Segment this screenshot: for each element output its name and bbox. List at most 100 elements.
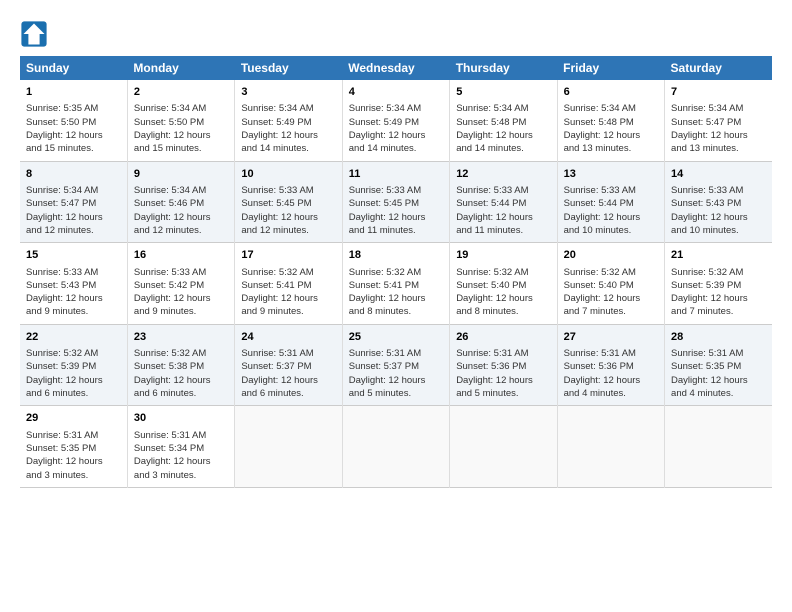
calendar-cell: 18Sunrise: 5:32 AMSunset: 5:41 PMDayligh… bbox=[342, 243, 449, 325]
sunset-text: Sunset: 5:40 PM bbox=[456, 279, 550, 292]
day-number: 28 bbox=[671, 330, 766, 345]
day-info: Sunrise: 5:34 AMSunset: 5:49 PMDaylight:… bbox=[241, 102, 335, 155]
calendar-row: 22Sunrise: 5:32 AMSunset: 5:39 PMDayligh… bbox=[20, 324, 772, 406]
sunset-text: Sunset: 5:35 PM bbox=[26, 442, 121, 455]
calendar-row: 15Sunrise: 5:33 AMSunset: 5:43 PMDayligh… bbox=[20, 243, 772, 325]
col-tuesday: Tuesday bbox=[235, 56, 342, 80]
sunrise-text: Sunrise: 5:31 AM bbox=[26, 429, 121, 442]
sunset-text: Sunset: 5:34 PM bbox=[134, 442, 228, 455]
sunrise-text: Sunrise: 5:33 AM bbox=[26, 266, 121, 279]
daylight-text-cont: and 8 minutes. bbox=[349, 305, 443, 318]
day-number: 22 bbox=[26, 330, 121, 345]
day-info: Sunrise: 5:34 AMSunset: 5:50 PMDaylight:… bbox=[134, 102, 228, 155]
sunset-text: Sunset: 5:36 PM bbox=[456, 360, 550, 373]
calendar-cell bbox=[665, 406, 772, 488]
day-number: 7 bbox=[671, 85, 766, 100]
daylight-text: Daylight: 12 hours bbox=[134, 292, 228, 305]
calendar-cell: 13 Sunrise: 5:33 AMSunset: 5:44 PMDayligh… bbox=[557, 161, 664, 243]
daylight-text-cont: and 5 minutes. bbox=[456, 387, 550, 400]
daylight-text-cont: and 6 minutes. bbox=[241, 387, 335, 400]
day-number: 14 bbox=[671, 167, 766, 182]
sunset-text: Sunset: 5:42 PM bbox=[134, 279, 228, 292]
daylight-text: Daylight: 12 hours bbox=[134, 374, 228, 387]
calendar-cell: 6Sunrise: 5:34 AMSunset: 5:48 PMDaylight… bbox=[557, 80, 664, 161]
daylight-text-cont: and 10 minutes. bbox=[564, 224, 658, 237]
day-number: 5 bbox=[456, 85, 550, 100]
day-info: Sunrise: 5:33 AMSunset: 5:44 PMDaylight:… bbox=[564, 184, 658, 237]
day-info: Sunrise: 5:33 AMSunset: 5:45 PMDaylight:… bbox=[349, 184, 443, 237]
day-info: Sunrise: 5:31 AMSunset: 5:37 PMDaylight:… bbox=[241, 347, 335, 400]
calendar-cell: 9Sunrise: 5:34 AMSunset: 5:46 PMDaylight… bbox=[127, 161, 234, 243]
daylight-text: Daylight: 12 hours bbox=[671, 211, 766, 224]
calendar-cell: 29 Sunrise: 5:31 AMSunset: 5:35 PMDayligh… bbox=[20, 406, 127, 488]
sunset-text: Sunset: 5:47 PM bbox=[671, 116, 766, 129]
daylight-text-cont: and 4 minutes. bbox=[671, 387, 766, 400]
calendar-cell: 27 Sunrise: 5:31 AMSunset: 5:36 PMDayligh… bbox=[557, 324, 664, 406]
calendar-cell: 20Sunrise: 5:32 AMSunset: 5:40 PMDayligh… bbox=[557, 243, 664, 325]
daylight-text-cont: and 9 minutes. bbox=[26, 305, 121, 318]
sunrise-text: Sunrise: 5:34 AM bbox=[349, 102, 443, 115]
sunrise-text: Sunrise: 5:31 AM bbox=[456, 347, 550, 360]
sunset-text: Sunset: 5:47 PM bbox=[26, 197, 121, 210]
daylight-text-cont: and 5 minutes. bbox=[349, 387, 443, 400]
daylight-text-cont: and 11 minutes. bbox=[456, 224, 550, 237]
sunrise-text: Sunrise: 5:33 AM bbox=[134, 266, 228, 279]
day-number: 11 bbox=[349, 167, 443, 182]
calendar-cell bbox=[342, 406, 449, 488]
sunset-text: Sunset: 5:44 PM bbox=[564, 197, 658, 210]
sunrise-text: Sunrise: 5:34 AM bbox=[456, 102, 550, 115]
sunset-text: Sunset: 5:49 PM bbox=[349, 116, 443, 129]
daylight-text: Daylight: 12 hours bbox=[564, 374, 658, 387]
day-number: 9 bbox=[134, 167, 228, 182]
sunset-text: Sunset: 5:36 PM bbox=[564, 360, 658, 373]
calendar-row: 1Sunrise: 5:35 AMSunset: 5:50 PMDaylight… bbox=[20, 80, 772, 161]
daylight-text-cont: and 11 minutes. bbox=[349, 224, 443, 237]
col-monday: Monday bbox=[127, 56, 234, 80]
day-number: 23 bbox=[134, 330, 228, 345]
daylight-text: Daylight: 12 hours bbox=[349, 129, 443, 142]
sunset-text: Sunset: 5:45 PM bbox=[241, 197, 335, 210]
sunrise-text: Sunrise: 5:34 AM bbox=[241, 102, 335, 115]
day-info: Sunrise: 5:35 AMSunset: 5:50 PMDaylight:… bbox=[26, 102, 121, 155]
day-info: Sunrise: 5:33 AMSunset: 5:44 PMDaylight:… bbox=[456, 184, 550, 237]
day-info: Sunrise: 5:31 AMSunset: 5:34 PMDaylight:… bbox=[134, 429, 228, 482]
sunrise-text: Sunrise: 5:34 AM bbox=[564, 102, 658, 115]
day-number: 13 bbox=[564, 167, 658, 182]
daylight-text: Daylight: 12 hours bbox=[26, 455, 121, 468]
day-info: Sunrise: 5:31 AMSunset: 5:36 PMDaylight:… bbox=[564, 347, 658, 400]
calendar-cell: 30Sunrise: 5:31 AMSunset: 5:34 PMDayligh… bbox=[127, 406, 234, 488]
day-info: Sunrise: 5:31 AMSunset: 5:35 PMDaylight:… bbox=[671, 347, 766, 400]
day-info: Sunrise: 5:32 AMSunset: 5:38 PMDaylight:… bbox=[134, 347, 228, 400]
day-number: 17 bbox=[241, 248, 335, 263]
sunset-text: Sunset: 5:46 PM bbox=[134, 197, 228, 210]
calendar-header-row: Sunday Monday Tuesday Wednesday Thursday… bbox=[20, 56, 772, 80]
day-number: 15 bbox=[26, 248, 121, 263]
sunset-text: Sunset: 5:39 PM bbox=[671, 279, 766, 292]
sunset-text: Sunset: 5:49 PM bbox=[241, 116, 335, 129]
col-saturday: Saturday bbox=[665, 56, 772, 80]
col-sunday: Sunday bbox=[20, 56, 127, 80]
daylight-text-cont: and 12 minutes. bbox=[134, 224, 228, 237]
sunset-text: Sunset: 5:38 PM bbox=[134, 360, 228, 373]
daylight-text: Daylight: 12 hours bbox=[241, 129, 335, 142]
daylight-text: Daylight: 12 hours bbox=[564, 211, 658, 224]
day-number: 21 bbox=[671, 248, 766, 263]
sunrise-text: Sunrise: 5:34 AM bbox=[671, 102, 766, 115]
daylight-text: Daylight: 12 hours bbox=[26, 211, 121, 224]
day-number: 29 bbox=[26, 411, 121, 426]
sunrise-text: Sunrise: 5:31 AM bbox=[671, 347, 766, 360]
sunset-text: Sunset: 5:48 PM bbox=[456, 116, 550, 129]
daylight-text: Daylight: 12 hours bbox=[456, 129, 550, 142]
day-number: 24 bbox=[241, 330, 335, 345]
calendar-cell: 10Sunrise: 5:33 AMSunset: 5:45 PMDayligh… bbox=[235, 161, 342, 243]
day-number: 20 bbox=[564, 248, 658, 263]
calendar-cell: 8Sunrise: 5:34 AMSunset: 5:47 PMDaylight… bbox=[20, 161, 127, 243]
daylight-text-cont: and 14 minutes. bbox=[456, 142, 550, 155]
sunrise-text: Sunrise: 5:31 AM bbox=[349, 347, 443, 360]
sunrise-text: Sunrise: 5:33 AM bbox=[456, 184, 550, 197]
daylight-text: Daylight: 12 hours bbox=[134, 455, 228, 468]
day-number: 27 bbox=[564, 330, 658, 345]
calendar-cell: 1Sunrise: 5:35 AMSunset: 5:50 PMDaylight… bbox=[20, 80, 127, 161]
calendar-row: 29Sunrise: 5:31 AMSunset: 5:35 PMDayligh… bbox=[20, 406, 772, 488]
daylight-text: Daylight: 12 hours bbox=[349, 374, 443, 387]
